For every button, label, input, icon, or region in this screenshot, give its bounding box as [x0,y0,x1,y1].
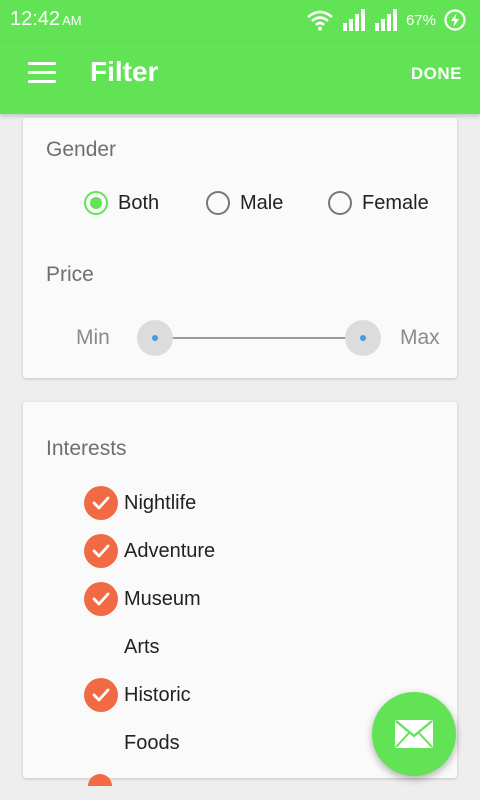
gender-radio-group: Both Male Female [0,188,480,220]
price-range-slider: Min Max [0,320,480,356]
interest-label: Museum [124,587,201,610]
interest-item-adventure[interactable]: Adventure [84,534,215,568]
unchecked-icon [84,630,118,664]
interest-label: Arts [124,635,160,658]
radio-female-indicator [328,191,352,215]
radio-female[interactable]: Female [328,191,429,215]
radio-female-label: Female [362,191,429,214]
status-bar: 12:42 AM 67% [0,0,480,42]
interest-label: Foods [124,731,180,754]
radio-male-label: Male [240,191,284,214]
interest-item-foods[interactable]: Foods [84,726,180,760]
unchecked-icon [84,726,118,760]
price-slider-track[interactable] [155,337,363,339]
price-min-label: Min [76,326,110,349]
app-toolbar: Filter DONE [0,42,480,114]
battery-percent: 67% [405,11,436,29]
status-time-value: 12:42 [10,8,61,30]
check-icon [84,486,118,520]
price-max-thumb[interactable] [345,320,381,356]
interests-label: Interests [46,437,127,460]
radio-male-indicator [206,191,230,215]
battery-charging-icon [444,9,466,31]
signal-icon [342,9,365,31]
mail-fab-button[interactable] [372,692,456,776]
radio-male[interactable]: Male [206,191,283,215]
gender-label: Gender [46,138,117,161]
status-icons: 67% [306,8,466,32]
radio-both-label: Both [118,191,160,214]
check-icon [84,678,118,712]
check-icon [84,534,118,568]
interest-label: Nightlife [124,491,197,514]
interest-label: Adventure [124,539,216,562]
check-icon [84,582,118,616]
interest-item-museum[interactable]: Museum [84,582,201,616]
radio-both[interactable]: Both [84,191,159,215]
price-min-thumb[interactable] [137,320,173,356]
price-max-label: Max [400,326,440,349]
done-button[interactable]: DONE [411,64,462,84]
wifi-icon [307,10,333,31]
mail-icon [395,720,433,748]
page-title: Filter [90,56,159,87]
interest-item-historic[interactable]: Historic [84,678,191,712]
interest-item-arts[interactable]: Arts [84,630,160,664]
interest-label: Historic [124,683,191,706]
price-label: Price [46,263,94,286]
interest-item-nightlife[interactable]: Nightlife [84,486,196,520]
signal-icon [374,9,397,31]
status-time-ampm: AM [62,13,82,28]
status-time: 12:42 AM [10,8,82,31]
hamburger-menu-icon[interactable] [28,62,56,86]
radio-both-indicator [84,191,108,215]
